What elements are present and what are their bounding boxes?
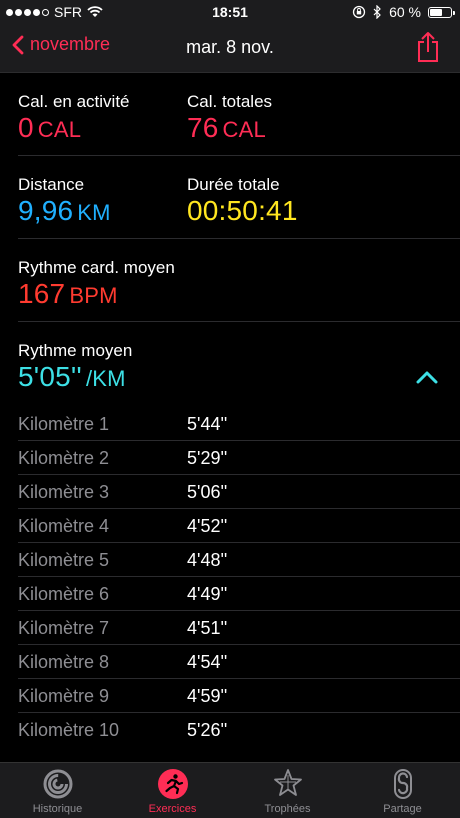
km-split-label: Kilomètre 3 (18, 482, 110, 502)
km-split-label: Kilomètre 4 (18, 516, 110, 536)
share-button[interactable] (416, 31, 440, 68)
km-split-label: Kilomètre 5 (18, 550, 110, 570)
km-split-pace: 4'49'' (187, 584, 228, 604)
average-heart-rate: Rythme card. moyen 167 BPM (18, 258, 175, 311)
km-split-row: Kilomètre 10 5'26'' (18, 713, 460, 746)
battery-icon (428, 6, 455, 18)
share-icon (418, 32, 438, 62)
total-calories-label: Cal. totales (187, 92, 273, 111)
active-calories-unit: CAL (37, 117, 82, 142)
km-split-row: Kilomètre 8 4'54'' (18, 645, 460, 679)
km-split-pace: 5'29'' (187, 448, 228, 468)
total-duration-label: Durée totale (187, 175, 280, 194)
tab-bar: Historique Exercices Trophées Partage (0, 762, 460, 818)
navigation-bar: novembre mar. 8 nov. (0, 24, 460, 73)
total-calories: Cal. totales 76 CAL (187, 92, 272, 145)
heart-rate-unit: BPM (69, 283, 118, 308)
km-split-label: Kilomètre 2 (18, 448, 110, 468)
heart-rate-number: 167 (18, 278, 66, 309)
km-split-pace: 4'54'' (187, 652, 228, 672)
tab-partage[interactable]: Partage (345, 763, 460, 818)
km-split-pace: 4'51'' (187, 618, 228, 638)
total-calories-number: 76 (187, 112, 219, 143)
orientation-lock-icon (352, 5, 366, 19)
km-split-pace: 5'44'' (187, 414, 228, 434)
km-split-row: Kilomètre 6 4'49'' (18, 577, 460, 611)
active-calories: Cal. en activité 0 CAL (18, 92, 130, 145)
distance-number: 9,96 (18, 195, 74, 226)
km-split-row: Kilomètre 2 5'29'' (18, 441, 460, 475)
km-split-label: Kilomètre 7 (18, 618, 110, 638)
km-split-pace: 5'06'' (187, 482, 228, 502)
km-split-label: Kilomètre 8 (18, 652, 110, 672)
tab-exercices-label: Exercices (148, 803, 197, 815)
status-right: 60 % (352, 4, 455, 20)
km-split-label: Kilomètre 10 (18, 720, 120, 740)
average-pace-unit: /KM (85, 366, 126, 391)
km-split-row: Kilomètre 5 4'48'' (18, 543, 460, 577)
km-split-row: Kilomètre 9 4'59'' (18, 679, 460, 713)
distance: Distance 9,96 KM (18, 175, 111, 228)
history-rings-icon (43, 769, 72, 799)
tab-exercices[interactable]: Exercices (115, 763, 230, 818)
chevron-up-icon (416, 371, 438, 384)
km-split-row: Kilomètre 4 4'52'' (18, 509, 460, 543)
total-calories-unit: CAL (222, 117, 266, 142)
distance-label: Distance (18, 175, 85, 194)
calories-section: Cal. en activité 0 CAL Cal. totales 76 CAL (18, 73, 460, 156)
average-pace: Rythme moyen 5'05''/KM (18, 341, 132, 394)
km-split-label: Kilomètre 1 (18, 414, 110, 434)
distance-duration-section: Distance 9,96 KM Durée totale 00:50:41 (18, 156, 460, 239)
battery-percent: 60 % (389, 4, 421, 20)
trophy-star-icon (273, 769, 302, 796)
battery-fill (430, 8, 442, 16)
running-icon (157, 769, 188, 799)
km-split-row: Kilomètre 7 4'51'' (18, 611, 460, 645)
distance-value: 9,96 KM (18, 196, 111, 228)
average-pace-value: 5'05''/KM (18, 362, 132, 394)
average-pace-section[interactable]: Rythme moyen 5'05''/KM (18, 322, 460, 407)
workout-summary: Cal. en activité 0 CAL Cal. totales 76 CAL… (0, 73, 460, 746)
km-split-pace: 4'52'' (187, 516, 228, 536)
total-duration-value: 00:50:41 (187, 196, 298, 226)
km-split-pace: 4'48'' (187, 550, 228, 570)
tab-historique[interactable]: Historique (0, 763, 115, 818)
heart-rate-label: Rythme card. moyen (18, 258, 175, 277)
distance-unit: KM (77, 200, 111, 225)
km-split-row: Kilomètre 3 5'06'' (18, 475, 460, 509)
total-duration: Durée totale 00:50:41 (187, 175, 298, 226)
page-title: mar. 8 nov. (186, 37, 274, 57)
bluetooth-icon (373, 5, 381, 19)
tab-trophees[interactable]: Trophées (230, 763, 345, 818)
tab-partage-label: Partage (383, 803, 422, 815)
km-split-row: Kilomètre 1 5'44'' (18, 407, 460, 441)
tab-historique-label: Historique (32, 803, 83, 815)
km-split-pace: 4'59'' (187, 686, 228, 706)
collapse-splits-button[interactable] (416, 370, 438, 389)
km-split-label: Kilomètre 6 (18, 584, 110, 604)
share-s-icon (393, 769, 412, 799)
average-pace-number: 5'05'' (18, 361, 82, 392)
total-calories-value: 76 CAL (187, 113, 272, 145)
active-calories-value: 0 CAL (18, 113, 130, 145)
total-duration-number: 00:50:41 (187, 195, 298, 226)
km-splits-list: Kilomètre 1 5'44'' Kilomètre 2 5'29'' Kilomè… (18, 407, 460, 746)
active-calories-label: Cal. en activité (18, 92, 130, 111)
km-split-label: Kilomètre 9 (18, 686, 110, 706)
tab-trophees-label: Trophées (264, 803, 311, 815)
active-calories-number: 0 (18, 112, 34, 143)
heart-rate-section: Rythme card. moyen 167 BPM (18, 239, 460, 322)
heart-rate-value: 167 BPM (18, 279, 175, 311)
average-pace-label: Rythme moyen (18, 341, 133, 360)
status-bar: SFR 18:51 60 % (0, 0, 460, 24)
km-split-pace: 5'26'' (187, 720, 228, 740)
